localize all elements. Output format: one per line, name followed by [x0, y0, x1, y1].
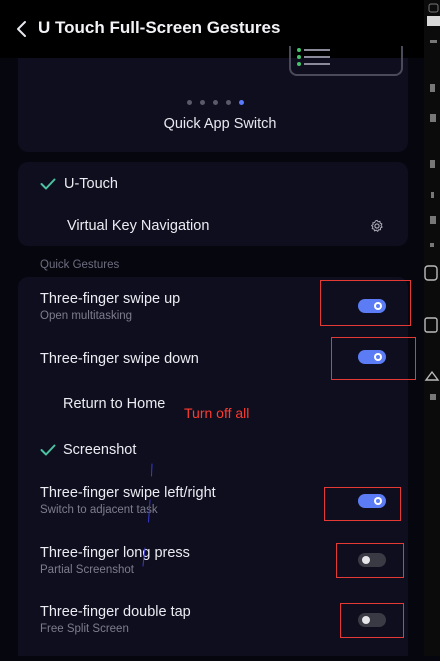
- page-dot[interactable]: [226, 100, 231, 105]
- check-icon: [40, 444, 56, 456]
- chevron-left-icon[interactable]: [14, 19, 30, 39]
- carousel-page-indicator[interactable]: [187, 100, 244, 105]
- phone-preview-illustration: [289, 46, 403, 76]
- quick-gestures-card: [18, 277, 408, 656]
- annotation-stroke: [142, 463, 153, 567]
- gesture-title: Three-finger double tap: [40, 604, 191, 620]
- annotation-box: [340, 603, 404, 638]
- gesture-subtitle: Free Split Screen: [40, 623, 129, 635]
- page-dot[interactable]: [200, 100, 205, 105]
- annotation-text: Turn off all: [184, 405, 250, 421]
- annotation-box: [324, 487, 401, 521]
- gesture-subtitle: Switch to adjacent task: [40, 504, 158, 516]
- gear-icon[interactable]: [370, 219, 384, 233]
- adjacent-window-strip: [424, 0, 440, 656]
- option-u-touch[interactable]: U-Touch: [64, 176, 118, 192]
- page-dot-active[interactable]: [239, 100, 244, 105]
- option-return-to-home[interactable]: Return to Home: [63, 396, 165, 412]
- annotation-box: [336, 543, 404, 578]
- gesture-title: Three-finger swipe up: [40, 291, 181, 307]
- page-title: U Touch Full-Screen Gestures: [38, 18, 281, 37]
- annotation-box: [331, 337, 416, 380]
- gesture-title: Three-finger long press: [40, 545, 190, 561]
- gesture-subtitle: Partial Screenshot: [40, 564, 134, 576]
- gesture-title: Three-finger swipe left/right: [40, 485, 216, 501]
- option-virtual-key-navigation[interactable]: Virtual Key Navigation: [67, 218, 209, 234]
- gesture-title: Three-finger swipe down: [40, 351, 199, 367]
- annotation-box: [320, 280, 411, 326]
- page-dot[interactable]: [213, 100, 218, 105]
- carousel-caption: Quick App Switch: [163, 116, 277, 132]
- adjacent-window-glyphs: [424, 3, 440, 400]
- section-label-quick-gestures: Quick Gestures: [40, 259, 120, 271]
- gesture-subtitle: Open multitasking: [40, 310, 133, 322]
- option-screenshot[interactable]: Screenshot: [63, 442, 136, 458]
- check-icon: [40, 178, 56, 190]
- page-dot[interactable]: [187, 100, 192, 105]
